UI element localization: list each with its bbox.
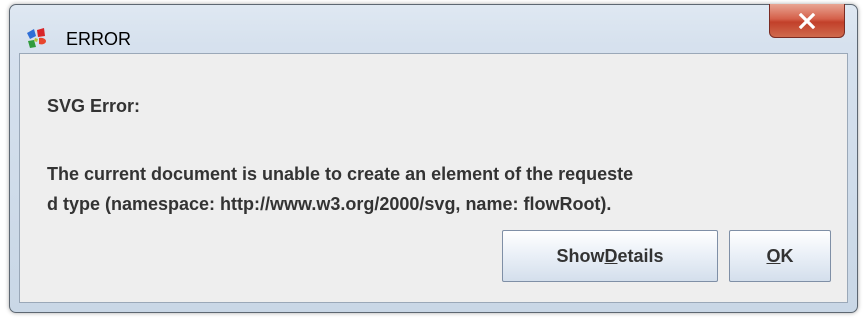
error-message-line-2: d type (namespace: http://www.w3.org/200… — [47, 194, 612, 214]
app-error-icon — [27, 28, 46, 48]
show-details-mnemonic: D — [604, 245, 618, 266]
ok-mnemonic: O — [766, 245, 781, 266]
error-dialog-window: ERROR SVG Error: The current document is… — [9, 4, 858, 313]
ok-label-suffix: K — [780, 245, 794, 266]
show-details-label-suffix: etails — [617, 245, 664, 266]
error-message-line-1: The current document is unable to create… — [47, 164, 634, 184]
error-heading: SVG Error: — [47, 96, 141, 116]
close-button[interactable] — [769, 4, 845, 38]
show-details-button[interactable]: Show Details — [502, 230, 718, 282]
close-x-icon — [798, 12, 816, 29]
dialog-content: SVG Error: The current document is unabl… — [19, 53, 848, 303]
window-title: ERROR — [66, 29, 132, 49]
error-message: The current document is unable to create… — [47, 159, 847, 219]
title-bar[interactable]: ERROR — [10, 4, 857, 49]
show-details-label-prefix: Show — [556, 245, 605, 266]
ok-button[interactable]: OK — [729, 230, 831, 282]
